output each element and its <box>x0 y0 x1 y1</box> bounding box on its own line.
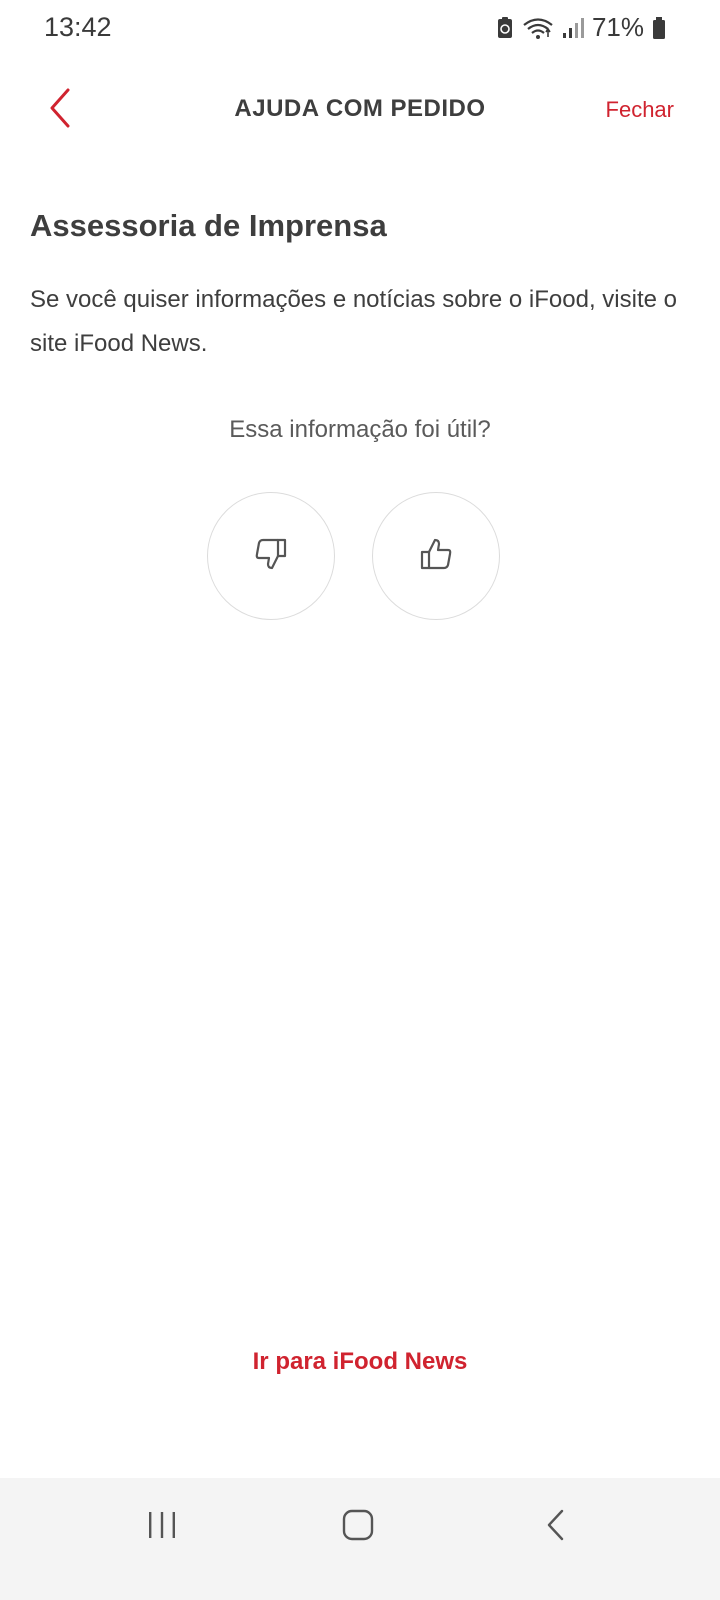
article-title: Assessoria de Imprensa <box>30 208 387 243</box>
system-nav-bar <box>0 1478 720 1600</box>
close-button[interactable]: Fechar <box>606 97 674 123</box>
feedback-yes-button[interactable] <box>372 492 500 620</box>
wifi-icon <box>522 16 554 40</box>
go-to-ifood-news-button[interactable]: Ir para iFood News <box>0 1348 720 1376</box>
article-body: Se você quiser informações e notícias so… <box>30 286 677 357</box>
back-icon <box>545 1508 567 1547</box>
home-icon <box>341 1508 375 1547</box>
nav-recents-button[interactable] <box>122 1502 202 1552</box>
nav-back-button[interactable] <box>516 1502 596 1552</box>
status-icons: 71% <box>496 12 666 43</box>
battery-saver-icon <box>496 16 514 40</box>
recents-icon <box>146 1510 178 1545</box>
battery-percent: 71% <box>591 12 644 42</box>
feedback-question: Essa informação foi útil? <box>229 416 491 443</box>
thumbs-down-icon <box>253 536 289 577</box>
battery-icon <box>652 16 666 40</box>
thumbs-up-icon <box>418 536 454 577</box>
feedback-no-button[interactable] <box>207 492 335 620</box>
signal-icon <box>562 16 584 40</box>
status-time: 13:42 <box>44 12 112 42</box>
status-bar: 13:42 71% <box>0 0 720 58</box>
app-header: AJUDA COM PEDIDO Fechar <box>0 70 720 150</box>
nav-home-button[interactable] <box>318 1502 398 1552</box>
help-page: 13:42 71% AJUDA COM PEDIDO Fechar Assess… <box>0 0 720 1600</box>
